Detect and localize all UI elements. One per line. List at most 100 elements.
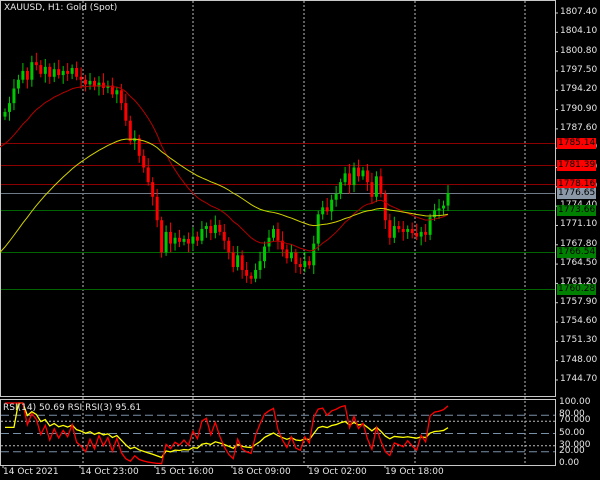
bear-candle: [186, 238, 190, 244]
bear-candle: [84, 79, 88, 85]
bull-candle: [419, 231, 423, 237]
price-tick-label: 1771.10: [560, 219, 598, 230]
bull-candle: [70, 68, 74, 74]
rsi-tick-label: 50.00: [559, 427, 585, 438]
bull-candle: [263, 246, 267, 262]
bull-candle: [352, 167, 356, 186]
main-pane-border: [0, 0, 556, 397]
bear-candle: [128, 120, 132, 142]
bull-candle: [43, 66, 47, 74]
bull-candle: [442, 205, 446, 209]
price-tick-label: 1800.80: [560, 45, 598, 56]
bear-candle: [39, 65, 43, 74]
bull-candle: [21, 70, 25, 80]
level-tag-green: 1766.54: [557, 246, 596, 258]
rsi-tick-label: 100.00: [559, 397, 591, 407]
bull-candle: [182, 238, 186, 242]
bear-candle: [218, 224, 222, 232]
bull-candle: [289, 252, 293, 259]
bear-candle: [124, 103, 128, 121]
bear-candle: [307, 261, 311, 266]
bull-candle: [271, 228, 275, 238]
price-tick-label: 1744.70: [560, 373, 598, 384]
bull-candle: [164, 231, 168, 253]
rsi-tick-label: 70.000: [559, 415, 591, 426]
bear-candle: [155, 196, 159, 221]
bull-candle: [437, 208, 441, 211]
bull-candle: [204, 226, 208, 229]
bear-candle: [370, 182, 374, 197]
bear-candle: [142, 155, 146, 168]
bear-candle: [325, 207, 329, 212]
bear-candle: [209, 226, 213, 234]
price-tick-label: 1751.30: [560, 335, 598, 346]
bear-candle: [178, 237, 182, 242]
bull-candle: [361, 170, 365, 177]
bull-candle: [236, 255, 240, 268]
bull-candle: [330, 199, 334, 212]
time-label: 18 Oct 09:00: [232, 467, 291, 477]
price-tick-label: 1757.90: [560, 296, 598, 307]
bear-candle: [151, 182, 155, 197]
bull-candle: [52, 69, 56, 77]
bear-candle: [240, 255, 244, 270]
price-tick-label: 1764.50: [560, 258, 598, 269]
bull-candle: [61, 70, 65, 76]
bear-candle: [410, 228, 414, 234]
bear-candle: [160, 220, 164, 253]
bear-candle: [75, 68, 79, 77]
bull-candle: [374, 176, 378, 197]
price-tick-label: 1787.60: [560, 122, 598, 133]
bull-candle: [334, 193, 338, 200]
bull-candle: [321, 207, 325, 215]
bear-candle: [298, 264, 302, 268]
bear-candle: [357, 167, 361, 177]
price-tick-label: 1804.10: [560, 26, 598, 37]
bear-candle: [231, 252, 235, 268]
bear-candle: [348, 173, 352, 186]
time-label: 14 Oct 23:00: [80, 467, 139, 477]
chart-title: XAUUSD, H1: Gold (Spot): [4, 3, 118, 13]
bear-candle: [227, 240, 231, 253]
bull-candle: [16, 79, 20, 89]
bear-candle: [169, 231, 173, 244]
bear-candle: [57, 69, 61, 76]
bull-candle: [115, 90, 119, 95]
bull-candle: [213, 224, 217, 234]
level-tag-green: 1760.28: [557, 283, 596, 295]
price-tick-label: 1797.50: [560, 64, 598, 75]
bear-candle: [34, 62, 38, 66]
bull-candle: [343, 173, 347, 183]
bear-candle: [119, 90, 123, 104]
bear-candle: [222, 231, 226, 241]
bull-candle: [258, 261, 262, 270]
bear-candle: [397, 226, 401, 229]
bear-candle: [66, 70, 70, 74]
bull-candle: [191, 236, 195, 244]
level-tag-green: 1773.66: [557, 204, 596, 216]
bull-candle: [406, 228, 410, 232]
level-tag-red: 1781.39: [557, 159, 596, 171]
bull-candle: [3, 111, 7, 117]
bear-candle: [79, 76, 83, 80]
bull-candle: [12, 88, 16, 104]
time-label: 15 Oct 16:00: [155, 467, 214, 477]
bear-candle: [365, 170, 369, 183]
price-tick-label: 1754.60: [560, 316, 598, 327]
bear-candle: [249, 275, 253, 279]
price-tick-label: 1748.00: [560, 354, 598, 365]
bull-candle: [339, 182, 343, 194]
bull-candle: [316, 214, 320, 244]
bear-candle: [245, 269, 249, 276]
level-tag-red: 1785.14: [557, 137, 596, 149]
price-tick-label: 1790.90: [560, 103, 598, 114]
bear-candle: [146, 167, 150, 183]
bull-candle: [30, 62, 34, 80]
bear-candle: [137, 138, 141, 156]
price-tick-label: 1794.20: [560, 84, 598, 95]
bear-candle: [25, 70, 29, 80]
bear-candle: [48, 66, 52, 77]
bull-candle: [173, 237, 177, 244]
bear-candle: [276, 228, 280, 241]
bear-candle: [195, 236, 199, 241]
